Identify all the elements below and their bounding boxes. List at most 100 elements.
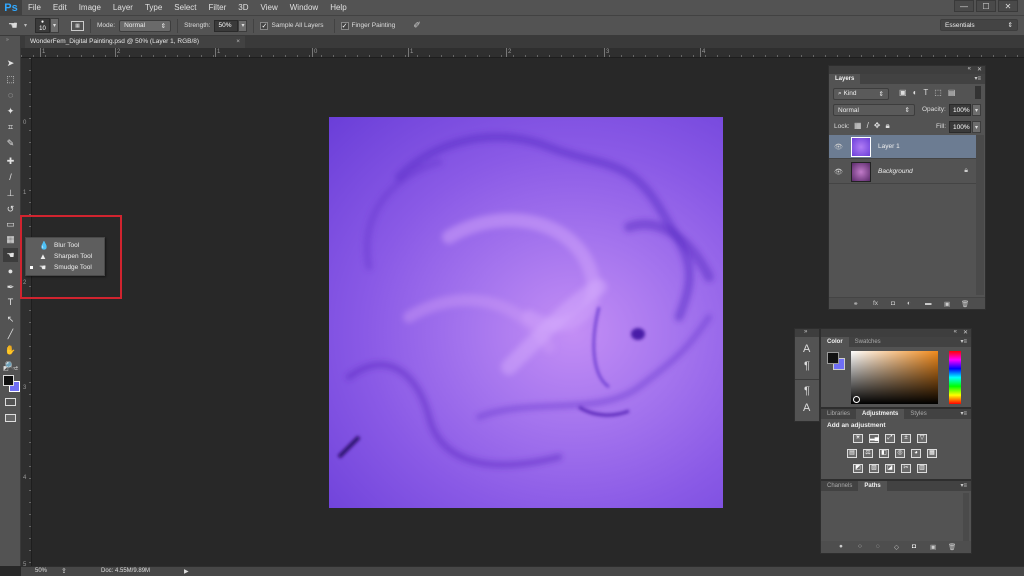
mode-select[interactable]: Normal ⇕ [119, 19, 172, 32]
line-tool[interactable]: ╱ [3, 327, 18, 341]
maximize-button[interactable]: ☐ [976, 0, 996, 12]
tab-color[interactable]: Color [821, 337, 849, 347]
foreground-color-chip[interactable] [827, 352, 839, 364]
panel-menu-icon[interactable]: ▾≡ [960, 337, 967, 347]
hand-tool[interactable]: ✋ [3, 343, 18, 357]
zoom-tool[interactable]: 🔍 [3, 359, 18, 373]
quick-selection-tool[interactable]: ✦ [3, 104, 18, 118]
menu-edit[interactable]: Edit [47, 0, 73, 15]
menu-layer[interactable]: Layer [107, 0, 139, 15]
finger-painting-checkbox[interactable]: ✓ [340, 21, 349, 30]
lock-pixels-icon[interactable]: / [867, 121, 874, 130]
color-lookup-icon[interactable]: ▦ [927, 449, 937, 458]
expand-dock-icon[interactable]: » [804, 329, 807, 335]
strength-input[interactable]: 50% [214, 19, 239, 32]
pen-tool[interactable]: ✒ [3, 280, 18, 294]
collapse-icon[interactable]: « [954, 329, 957, 335]
new-path-icon[interactable]: ▣ [930, 543, 936, 551]
sample-all-layers-checkbox[interactable]: ✓ [260, 21, 269, 30]
tab-swatches[interactable]: Swatches [849, 337, 887, 347]
stroke-path-icon[interactable]: ○ [858, 543, 862, 550]
smudge-tool[interactable]: ☚ [3, 248, 18, 262]
brush-panel-toggle-icon[interactable]: ▦ [71, 20, 85, 31]
panel-menu-icon[interactable]: ▾≡ [974, 74, 981, 84]
zoom-level[interactable]: 50% [35, 568, 47, 574]
new-layer-icon[interactable]: ▣ [944, 300, 950, 308]
threshold-icon[interactable]: ◪ [885, 464, 895, 473]
marquee-tool[interactable]: ⬚ [3, 72, 18, 86]
fill-path-icon[interactable]: ● [839, 543, 843, 550]
visibility-eye-icon[interactable]: 👁︎ [834, 143, 843, 151]
toolbox-collapse-icon[interactable]: » [6, 37, 9, 43]
pressure-icon[interactable]: ✐ [413, 20, 421, 31]
minimize-button[interactable]: — [954, 0, 974, 12]
posterize-icon[interactable]: ▨ [869, 464, 879, 473]
screen-mode-icon[interactable] [5, 414, 16, 422]
make-path-icon[interactable]: ◇ [894, 543, 899, 551]
fill-input[interactable]: 100% [949, 121, 971, 133]
invert-icon[interactable]: ◩ [853, 464, 863, 473]
menu-type[interactable]: Type [139, 0, 168, 15]
type-tool[interactable]: T [3, 295, 18, 309]
layer-row[interactable]: 👁︎ Layer 1 [829, 135, 976, 159]
status-menu-arrow-icon[interactable]: ▶ [184, 568, 189, 575]
crop-tool[interactable]: ⌗ [3, 120, 18, 134]
panel-menu-icon[interactable]: ▾≡ [960, 481, 967, 491]
menu-window[interactable]: Window [284, 0, 324, 15]
lock-transparent-icon[interactable]: ▦ [854, 121, 867, 130]
workspace-select[interactable]: Essentials ⇕ [940, 19, 1018, 31]
load-selection-icon[interactable]: ◌ [876, 543, 880, 550]
lasso-tool[interactable]: ◌ [3, 88, 18, 102]
tab-layers[interactable]: Layers [829, 74, 861, 84]
brightness-icon[interactable]: ☀ [853, 434, 863, 443]
vibrance-icon[interactable]: ▽ [917, 434, 927, 443]
character-styles-icon[interactable]: A [803, 402, 810, 414]
document-canvas[interactable] [329, 117, 723, 508]
paragraph-icon[interactable]: ¶ [804, 360, 810, 372]
shape-filter-icon[interactable]: ⬚ [934, 88, 948, 97]
healing-brush-tool[interactable]: ✚ [3, 154, 18, 168]
curves-icon[interactable]: ⤢ [885, 434, 895, 443]
color-picker-cursor[interactable] [853, 396, 860, 403]
filter-kind-select[interactable]: ⌕ Kind ⇕ [833, 88, 889, 100]
brush-tool[interactable]: / [3, 170, 18, 184]
tab-channels[interactable]: Channels [821, 481, 858, 491]
menu-filter[interactable]: Filter [203, 0, 233, 15]
tab-adjustments[interactable]: Adjustments [856, 409, 905, 419]
tab-paths[interactable]: Paths [858, 481, 887, 491]
menu-view[interactable]: View [255, 0, 284, 15]
brush-size-picker[interactable]: ● 10 [35, 18, 51, 33]
filter-toggle[interactable] [975, 86, 981, 99]
foreground-color-swatch[interactable] [3, 375, 14, 386]
tool-preset-dropdown-icon[interactable]: ▾ [24, 22, 27, 29]
flyout-smudge-tool[interactable]: ☚ Smudge Tool [26, 262, 106, 273]
visibility-eye-icon[interactable]: 👁︎ [834, 168, 843, 176]
document-tab[interactable]: WonderFem_Digital Painting.psd @ 50% (La… [25, 36, 245, 48]
flyout-blur-tool[interactable]: 💧 Blur Tool [26, 240, 106, 251]
collapse-icon[interactable]: « [968, 66, 971, 72]
brush-picker-arrow[interactable]: ▾ [50, 18, 60, 33]
photo-filter-icon[interactable]: ◎ [895, 449, 905, 458]
menu-select[interactable]: Select [168, 0, 202, 15]
smudge-icon[interactable]: ☚ [8, 19, 22, 32]
strength-slider-toggle[interactable]: ▾ [238, 19, 248, 32]
paths-scrollbar[interactable] [963, 493, 969, 541]
dodge-tool[interactable]: ● [3, 264, 18, 278]
eyedropper-tool[interactable]: ✎ [3, 136, 18, 150]
fill-slider-toggle[interactable]: ▾ [972, 121, 981, 133]
menu-image[interactable]: Image [73, 0, 107, 15]
hue-slider[interactable] [949, 351, 961, 404]
trash-icon[interactable]: 🗑 [948, 543, 956, 551]
channel-mixer-icon[interactable]: ◕ [911, 449, 921, 458]
character-icon[interactable]: A [803, 343, 810, 355]
add-mask-icon[interactable]: ◘ [891, 300, 895, 307]
history-brush-tool[interactable]: ↺ [3, 202, 18, 216]
color-balance-icon[interactable]: ⚖ [863, 449, 873, 458]
levels-icon[interactable]: ▂▄ [869, 434, 879, 443]
move-tool[interactable]: ➤ [3, 56, 18, 70]
link-layers-icon[interactable]: ⚭ [853, 300, 858, 308]
eraser-tool[interactable]: ▭ [3, 217, 18, 231]
path-selection-tool[interactable]: ↖ [3, 312, 18, 326]
adjustment-filter-icon[interactable]: ◐ [913, 88, 924, 97]
trash-icon[interactable]: 🗑 [961, 300, 969, 308]
